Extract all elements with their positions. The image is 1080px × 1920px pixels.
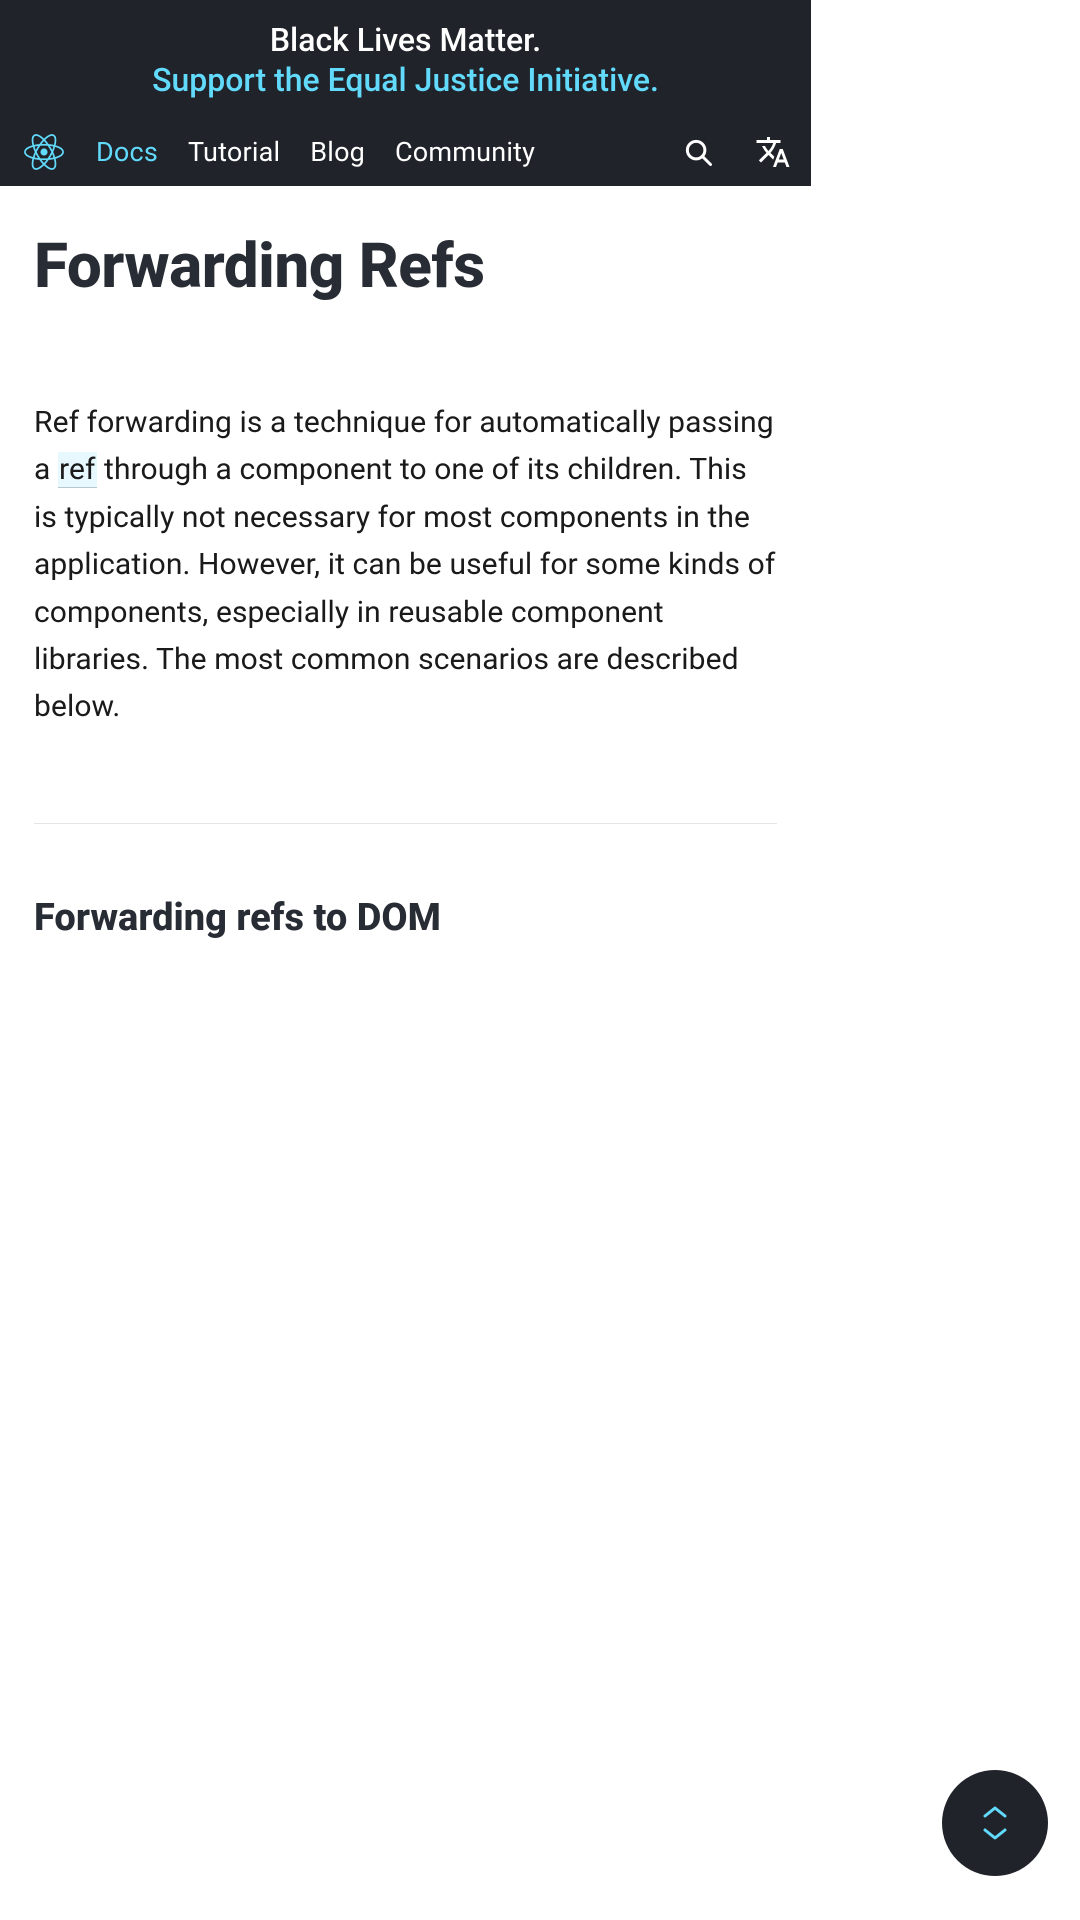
search-icon [683,137,713,167]
chevron-down-icon [981,1826,1009,1842]
search-button[interactable] [679,133,717,171]
announcement-banner: Black Lives Matter. Support the Equal Ju… [0,0,811,118]
section-heading-forwarding-dom: Forwarding refs to DOM [34,896,777,942]
banner-line-1: Black Lives Matter. [14,20,797,60]
site-header: Docs Tutorial Blog Community [0,118,811,186]
chevron-up-icon [981,1804,1009,1820]
ref-link[interactable]: ref [58,452,97,488]
language-button[interactable] [751,130,795,174]
react-logo-link[interactable] [24,132,64,172]
nav-link-tutorial[interactable]: Tutorial [188,136,280,168]
nav-link-community[interactable]: Community [395,136,535,168]
page-title: Forwarding Refs [34,234,777,301]
primary-nav: Docs Tutorial Blog Community [96,136,669,168]
section-divider [34,823,777,824]
expand-toc-button[interactable] [942,1770,1048,1876]
intro-text-post: through a component to one of its childr… [34,452,775,724]
nav-link-blog[interactable]: Blog [310,136,365,168]
nav-link-docs[interactable]: Docs [96,136,158,168]
intro-paragraph: Ref forwarding is a technique for automa… [34,399,777,731]
translate-icon [755,134,791,170]
react-logo-icon [24,132,64,172]
banner-support-link[interactable]: Support the Equal Justice Initiative. [152,61,659,99]
article-main: Forwarding Refs Ref forwarding is a tech… [0,186,811,941]
